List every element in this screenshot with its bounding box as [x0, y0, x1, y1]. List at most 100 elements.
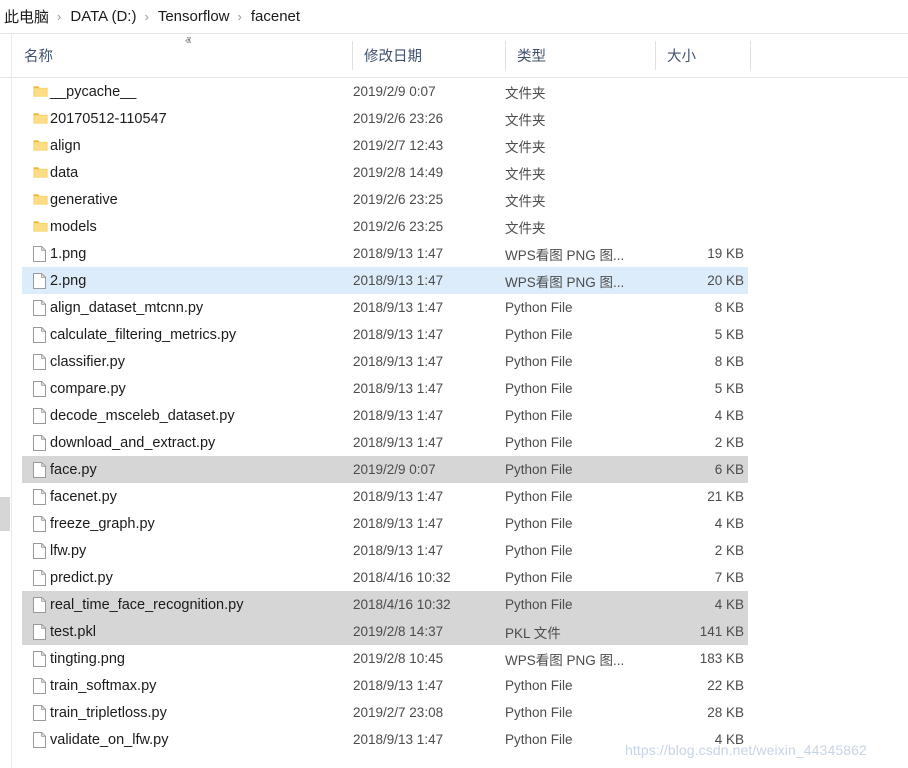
file-icon: [22, 488, 48, 505]
file-size-cell: 4 KB: [714, 516, 744, 531]
breadcrumb-item-0[interactable]: 此电脑: [2, 6, 51, 27]
file-name-cell: __pycache__: [50, 83, 137, 100]
file-date-cell: 2018/9/13 1:47: [353, 354, 444, 369]
file-size-cell: 5 KB: [714, 327, 744, 342]
file-row[interactable]: 20170512-110547 2019/2/6 23:26 文件夹: [22, 105, 748, 132]
file-name-cell: test.pkl: [50, 623, 96, 640]
column-header-type[interactable]: 类型: [505, 34, 655, 77]
file-size-cell: 4 KB: [714, 408, 744, 423]
file-type-cell: Python File: [505, 327, 573, 342]
file-type-cell: Python File: [505, 300, 573, 315]
file-row[interactable]: align_dataset_mtcnn.py 2018/9/13 1:47 Pyth…: [22, 294, 748, 321]
file-row[interactable]: train_softmax.py 2018/9/13 1:47 Python Fil…: [22, 672, 748, 699]
file-icon: [22, 434, 48, 451]
column-header-size[interactable]: 大小: [655, 34, 750, 77]
file-date-cell: 2018/9/13 1:47: [353, 246, 444, 261]
file-row[interactable]: generative 2019/2/6 23:25 文件夹: [22, 186, 748, 213]
file-size-cell: 28 KB: [707, 705, 744, 720]
file-row[interactable]: 2.png 2018/9/13 1:47 WPS看图 PNG 图... 20 KB: [22, 267, 748, 294]
file-type-cell: Python File: [505, 354, 573, 369]
file-name-cell: generative: [50, 191, 118, 208]
file-list[interactable]: __pycache__ 2019/2/9 0:07 文件夹 20170512-1105…: [0, 78, 908, 753]
breadcrumb-item-3[interactable]: facenet: [249, 8, 302, 25]
file-name-cell: 1.png: [50, 245, 87, 262]
breadcrumb-separator-icon: ›: [144, 9, 149, 24]
column-header-row: 名称 ⱏ 修改日期 类型 大小: [0, 33, 908, 78]
file-row[interactable]: lfw.py 2018/9/13 1:47 Python File 2 KB: [22, 537, 748, 564]
folder-icon: [22, 112, 48, 125]
file-name-cell: face.py: [50, 461, 97, 478]
file-icon: [22, 272, 48, 289]
file-row[interactable]: tingting.png 2019/2/8 10:45 WPS看图 PNG 图...…: [22, 645, 748, 672]
file-row[interactable]: facenet.py 2018/9/13 1:47 Python File 21 KB: [22, 483, 748, 510]
file-row[interactable]: align 2019/2/7 12:43 文件夹: [22, 132, 748, 159]
file-row[interactable]: face.py 2019/2/9 0:07 Python File 6 KB: [22, 456, 748, 483]
file-row[interactable]: models 2019/2/6 23:25 文件夹: [22, 213, 748, 240]
file-date-cell: 2018/9/13 1:47: [353, 732, 444, 747]
file-type-cell: Python File: [505, 678, 573, 693]
file-name-cell: train_tripletloss.py: [50, 704, 167, 721]
file-name-cell: real_time_face_recognition.py: [50, 596, 244, 613]
file-row[interactable]: __pycache__ 2019/2/9 0:07 文件夹: [22, 78, 748, 105]
file-row[interactable]: predict.py 2018/4/16 10:32 Python File 7 KB: [22, 564, 748, 591]
file-row[interactable]: validate_on_lfw.py 2018/9/13 1:47 Python F…: [22, 726, 748, 753]
file-date-cell: 2019/2/8 14:49: [353, 165, 444, 180]
file-row[interactable]: download_and_extract.py 2018/9/13 1:47 Pyt…: [22, 429, 748, 456]
file-type-cell: WPS看图 PNG 图...: [505, 652, 625, 668]
file-date-cell: 2018/9/13 1:47: [353, 408, 444, 423]
file-name-cell: download_and_extract.py: [50, 434, 216, 451]
file-row[interactable]: freeze_graph.py 2018/9/13 1:47 Python File…: [22, 510, 748, 537]
file-date-cell: 2019/2/7 23:08: [353, 705, 444, 720]
file-size-cell: 141 KB: [699, 624, 744, 639]
file-row[interactable]: test.pkl 2019/2/8 14:37 PKL 文件 141 KB: [22, 618, 748, 645]
file-name-cell: predict.py: [50, 569, 113, 586]
file-name-cell: 2.png: [50, 272, 87, 289]
file-row[interactable]: classifier.py 2018/9/13 1:47 Python File 8 …: [22, 348, 748, 375]
file-icon: [22, 596, 48, 613]
file-icon: [22, 299, 48, 316]
file-date-cell: 2018/9/13 1:47: [353, 543, 444, 558]
file-row[interactable]: decode_msceleb_dataset.py 2018/9/13 1:47 P…: [22, 402, 748, 429]
file-date-cell: 2018/9/13 1:47: [353, 273, 444, 288]
file-row[interactable]: train_tripletloss.py 2019/2/7 23:08 Python…: [22, 699, 748, 726]
breadcrumb-separator-icon: ›: [57, 9, 62, 24]
file-row[interactable]: calculate_filtering_metrics.py 2018/9/13 …: [22, 321, 748, 348]
file-icon: [22, 542, 48, 559]
file-name-cell: decode_msceleb_dataset.py: [50, 407, 235, 424]
file-name-cell: compare.py: [50, 380, 126, 397]
file-size-cell: 8 KB: [714, 354, 744, 369]
file-icon: [22, 245, 48, 262]
file-date-cell: 2018/9/13 1:47: [353, 435, 444, 450]
file-type-cell: WPS看图 PNG 图...: [505, 247, 625, 263]
file-type-cell: Python File: [505, 516, 573, 531]
file-size-cell: 4 KB: [714, 597, 744, 612]
nav-pane-scrollbar-thumb[interactable]: [0, 497, 10, 531]
file-size-cell: 6 KB: [714, 462, 744, 477]
file-type-cell: 文件夹: [505, 85, 546, 101]
folder-icon: [22, 85, 48, 98]
file-date-cell: 2019/2/6 23:26: [353, 111, 444, 126]
file-type-cell: Python File: [505, 381, 573, 396]
file-size-cell: 5 KB: [714, 381, 744, 396]
file-icon: [22, 461, 48, 478]
breadcrumb[interactable]: 此电脑 › DATA (D:) › Tensorflow › facenet: [0, 0, 908, 33]
file-date-cell: 2019/2/8 10:45: [353, 651, 444, 666]
file-icon: [22, 326, 48, 343]
file-name-cell: align: [50, 137, 81, 154]
breadcrumb-item-1[interactable]: DATA (D:): [68, 8, 138, 25]
file-icon: [22, 407, 48, 424]
file-date-cell: 2018/9/13 1:47: [353, 489, 444, 504]
folder-icon: [22, 139, 48, 152]
file-icon: [22, 677, 48, 694]
file-row[interactable]: compare.py 2018/9/13 1:47 Python File 5 KB: [22, 375, 748, 402]
file-row[interactable]: 1.png 2018/9/13 1:47 WPS看图 PNG 图... 19 KB: [22, 240, 748, 267]
column-header-date-modified[interactable]: 修改日期: [352, 34, 505, 77]
file-row[interactable]: real_time_face_recognition.py 2018/4/16 1…: [22, 591, 748, 618]
file-date-cell: 2018/4/16 10:32: [353, 570, 451, 585]
file-row[interactable]: data 2019/2/8 14:49 文件夹: [22, 159, 748, 186]
sort-ascending-icon: ⱏ: [185, 34, 191, 48]
breadcrumb-item-2[interactable]: Tensorflow: [156, 8, 232, 25]
column-divider[interactable]: [750, 41, 751, 70]
file-size-cell: 19 KB: [707, 246, 744, 261]
file-type-cell: Python File: [505, 732, 573, 747]
